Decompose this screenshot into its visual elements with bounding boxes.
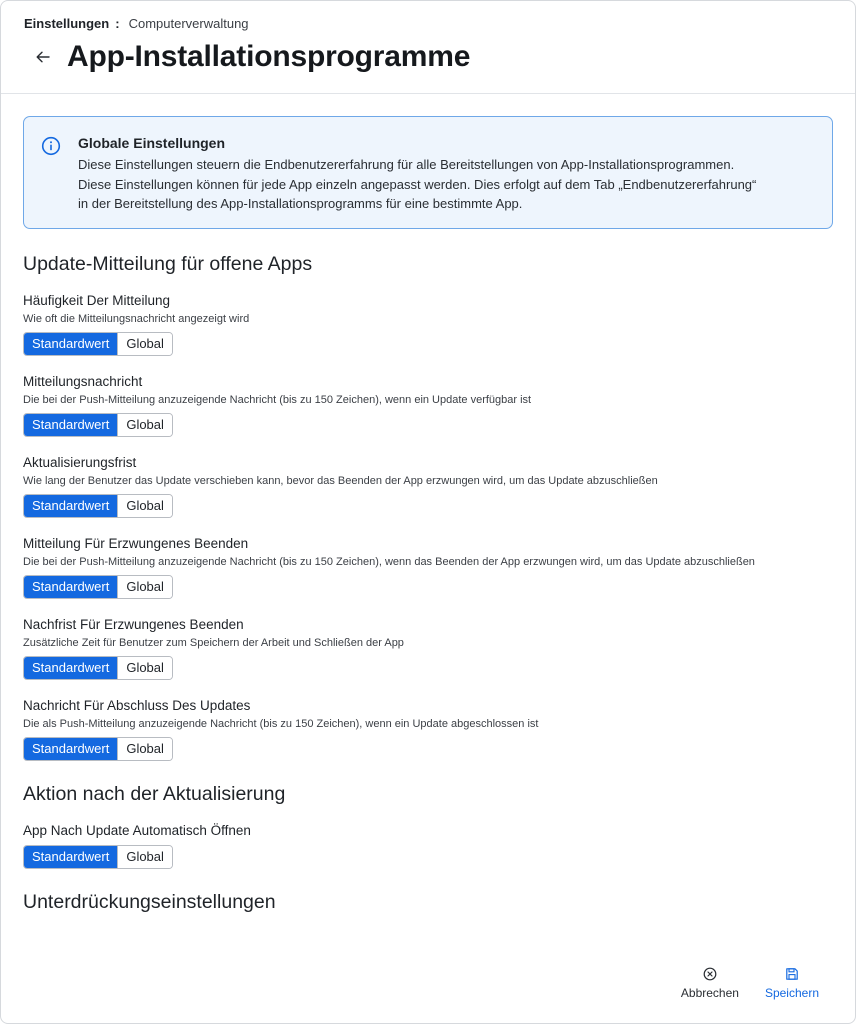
toggle-global-option[interactable]: Global <box>117 738 172 760</box>
x-circle-icon <box>703 967 717 981</box>
setting-label: Mitteilungsnachricht <box>23 374 143 389</box>
toggle-default-option[interactable]: Standardwert <box>24 333 118 355</box>
info-text: Diese Einstellungen steuern die Endbenut… <box>78 155 816 214</box>
setting-update-complete-message: Nachricht Für Abschluss Des Updates Die … <box>23 698 833 761</box>
floppy-disk-icon <box>786 968 798 980</box>
setting-update-deadline: Aktualisierungsfrist Wie lang der Benutz… <box>23 455 833 518</box>
breadcrumb: Einstellungen : Computerverwaltung <box>24 17 832 31</box>
section-title-suppression-settings: Unterdrückungseinstellungen <box>23 891 276 913</box>
section-title-update-notification: Update-Mitteilung für offene Apps <box>23 253 313 275</box>
settings-page: Einstellungen : Computerverwaltung App-I… <box>0 0 856 1024</box>
toggle-global-option[interactable]: Global <box>117 846 172 868</box>
save-button[interactable]: Speichern <box>765 967 819 1000</box>
setting-description: Die als Push-Mitteilung anzuzeigende Nac… <box>23 718 539 730</box>
info-line: Diese Einstellungen können für jede App … <box>78 176 757 192</box>
setting-notification-frequency: Häufigkeit Der Mitteilung Wie oft die Mi… <box>23 293 833 356</box>
setting-force-quit-message: Mitteilung Für Erzwungenes Beenden Die b… <box>23 536 833 599</box>
toggle-global-option[interactable]: Global <box>117 576 172 598</box>
cancel-label: Abbrechen <box>680 986 739 1000</box>
setting-auto-open-after-update: App Nach Update Automatisch Öffnen Stand… <box>23 823 833 869</box>
scope-toggle: Standardwert Global <box>23 737 173 761</box>
save-label: Speichern <box>764 986 819 1000</box>
setting-description: Die bei der Push-Mitteilung anzuzeigende… <box>23 556 755 568</box>
scope-toggle: Standardwert Global <box>23 575 173 599</box>
footer-actions: Abbrechen Speichern <box>681 967 855 1023</box>
setting-description: Zusätzliche Zeit für Benutzer zum Speich… <box>23 637 404 649</box>
setting-label: Häufigkeit Der Mitteilung <box>23 293 171 308</box>
page-header: Einstellungen : Computerverwaltung App-I… <box>1 1 855 94</box>
breadcrumb-current[interactable]: Computerverwaltung <box>129 17 249 31</box>
section-title-post-update-action: Aktion nach der Aktualisierung <box>23 783 286 805</box>
page-title: App-Installationsprogramme <box>67 40 471 73</box>
toggle-default-option[interactable]: Standardwert <box>24 576 118 598</box>
setting-description: Wie lang der Benutzer das Update verschi… <box>23 475 658 487</box>
setting-label: Nachricht Für Abschluss Des Updates <box>23 698 251 713</box>
toggle-default-option[interactable]: Standardwert <box>24 738 118 760</box>
info-callout: Globale Einstellungen Diese Einstellunge… <box>23 116 833 229</box>
title-row: App-Installationsprogramme <box>24 40 832 74</box>
toggle-default-option[interactable]: Standardwert <box>24 657 118 679</box>
info-line: Diese Einstellungen steuern die Endbenut… <box>78 157 735 172</box>
breadcrumb-separator: : <box>115 16 120 31</box>
scope-toggle: Standardwert Global <box>23 494 173 518</box>
scope-toggle: Standardwert Global <box>23 332 173 356</box>
scope-toggle: Standardwert Global <box>23 656 173 680</box>
setting-label: App Nach Update Automatisch Öffnen <box>23 823 251 838</box>
info-line: in der Bereitstellung des App-Installati… <box>78 196 523 211</box>
arrow-left-icon[interactable] <box>33 47 53 67</box>
setting-label: Nachfrist Für Erzwungenes Beenden <box>23 617 244 632</box>
setting-description: Die bei der Push-Mitteilung anzuzeigende… <box>23 394 532 406</box>
toggle-global-option[interactable]: Global <box>117 495 172 517</box>
cancel-button[interactable]: Abbrechen <box>681 967 739 1000</box>
toggle-default-option[interactable]: Standardwert <box>24 846 118 868</box>
toggle-global-option[interactable]: Global <box>117 657 172 679</box>
toggle-default-option[interactable]: Standardwert <box>24 495 118 517</box>
info-circle-icon <box>41 136 61 156</box>
scope-toggle: Standardwert Global <box>23 413 173 437</box>
toggle-default-option[interactable]: Standardwert <box>24 414 118 436</box>
toggle-global-option[interactable]: Global <box>117 414 172 436</box>
setting-label: Mitteilung Für Erzwungenes Beenden <box>23 536 249 551</box>
toggle-global-option[interactable]: Global <box>117 333 172 355</box>
info-title: Globale Einstellungen <box>78 135 226 151</box>
main-content: Globale Einstellungen Diese Einstellunge… <box>1 94 855 914</box>
setting-force-quit-grace-period: Nachfrist Für Erzwungenes Beenden Zusätz… <box>23 617 833 680</box>
breadcrumb-root[interactable]: Einstellungen <box>24 17 109 31</box>
setting-description: Wie oft die Mitteilungsnachricht angezei… <box>23 313 250 325</box>
setting-label: Aktualisierungsfrist <box>23 455 137 470</box>
scope-toggle: Standardwert Global <box>23 845 173 869</box>
setting-notification-message: Mitteilungsnachricht Die bei der Push-Mi… <box>23 374 833 437</box>
